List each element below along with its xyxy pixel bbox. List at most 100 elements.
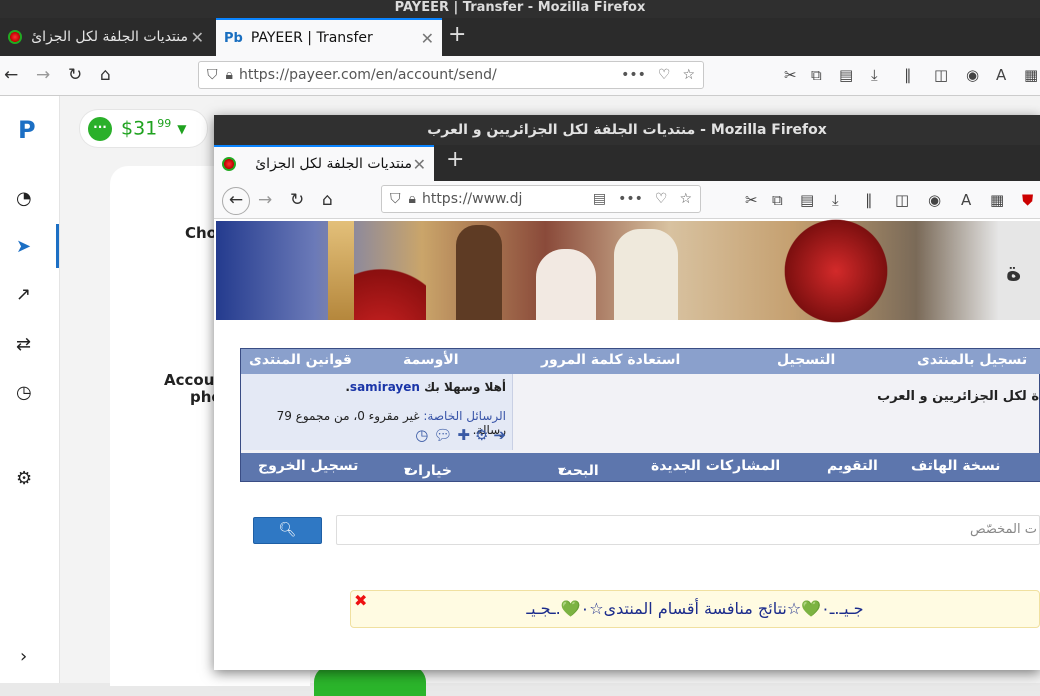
banner-minaret xyxy=(328,221,354,320)
forum-top-menu: قوانين المنتدى الأوسمة استعادة كلمة المر… xyxy=(241,349,1040,374)
translate-icon[interactable]: A xyxy=(996,66,1006,84)
forum-site-title: ة لكل الجزائريين و العرب xyxy=(877,389,1039,404)
page-actions-icon[interactable]: ••• xyxy=(621,67,646,83)
outer-url-bar[interactable]: ⛉ 🔒︎ https://payeer.com/en/account/send/… xyxy=(198,61,704,89)
logout-icon[interactable]: ➔ xyxy=(493,426,506,444)
forum-favicon-icon xyxy=(8,30,22,44)
settings-gear-icon[interactable]: ⚙ xyxy=(16,468,32,489)
scissors-icon[interactable]: ✂ xyxy=(784,66,797,84)
announcement-text: جـيـ.ـ۰💚☆نتائج منافسة أقسام المنتدى☆۰💚.ـ… xyxy=(526,599,864,618)
extension-icon[interactable]: ▦ xyxy=(1024,66,1038,84)
inner-forward-icon[interactable]: → xyxy=(258,190,272,210)
bookmark-star-icon[interactable]: ☆ xyxy=(682,67,695,83)
forward-icon[interactable]: → xyxy=(36,65,50,85)
menu-logout[interactable]: تسجيل الخروج xyxy=(258,458,358,474)
inner-sidebar-icon[interactable]: ◫ xyxy=(895,191,909,209)
close-announcement-icon[interactable]: ✖ xyxy=(354,583,367,619)
reload-icon[interactable]: ↻ xyxy=(68,65,82,85)
inner-copy-icon[interactable]: ⧉ xyxy=(772,191,783,209)
inner-scissors-icon[interactable]: ✂ xyxy=(745,191,758,209)
menu-new-posts[interactable]: المشاركات الجديدة xyxy=(651,458,780,474)
tab-payeer-close-icon[interactable]: ✕ xyxy=(421,29,434,48)
menu-search-label: البحث xyxy=(558,463,599,479)
add-friend-icon[interactable]: ✚ xyxy=(457,426,470,444)
reader-view-icon[interactable]: ▤ xyxy=(593,191,606,207)
ublock-icon[interactable]: ⛊ xyxy=(1022,191,1033,209)
inner-extension-icon[interactable]: ▦ xyxy=(990,191,1004,209)
expand-chevron-icon[interactable]: › xyxy=(20,646,27,667)
clipboard-icon[interactable]: ▤ xyxy=(839,66,853,84)
banner-figure-child xyxy=(456,225,502,320)
active-indicator xyxy=(56,224,59,268)
pocket-icon[interactable]: ♡ xyxy=(658,67,671,83)
custom-search-input[interactable]: ت المخصّص xyxy=(336,515,1040,545)
payeer-submit-button[interactable] xyxy=(314,666,426,696)
send-icon[interactable]: ➤ xyxy=(16,236,31,257)
menu-login[interactable]: تسجيل بالمنتدى xyxy=(917,352,1027,368)
inner-reload-icon[interactable]: ↻ xyxy=(290,190,304,210)
inner-page-actions-icon[interactable]: ••• xyxy=(618,191,643,207)
payeer-logo: P xyxy=(18,116,36,144)
inner-url-bar[interactable]: ⛉ 🔒︎ https://www.dj ▤ ••• ♡ ☆ xyxy=(381,185,701,213)
inner-tab-close-icon[interactable]: ✕ xyxy=(413,155,426,174)
account-icon[interactable]: ◉ xyxy=(966,66,979,84)
inner-lock-icon: 🔒︎ xyxy=(408,191,416,207)
search-button[interactable]: 🔍︎ xyxy=(253,517,322,544)
history-clock-icon[interactable]: ◷ xyxy=(16,382,32,403)
inner-tab-strip: منتديات الجلفة لكل الجزائ ✕ + xyxy=(214,145,1040,181)
home-icon[interactable]: ⌂ xyxy=(100,65,111,85)
inner-forum-favicon-icon xyxy=(222,157,236,171)
menu-register[interactable]: التسجيل xyxy=(777,352,835,368)
inner-firefox-window: منتديات الجلفة لكل الجزائريين و العرب - … xyxy=(214,115,1040,670)
menu-quick-options-label: خيارات سريعة xyxy=(404,463,452,495)
download-icon[interactable]: ⤓ xyxy=(871,66,878,84)
inner-url-text: https://www.dj xyxy=(421,191,523,207)
inner-bookmark-star-icon[interactable]: ☆ xyxy=(679,191,692,207)
tab-forum[interactable]: منتديات الجلفة لكل الجزائ ✕ xyxy=(0,18,212,56)
username-link[interactable]: samirayen xyxy=(350,380,420,394)
inner-shield-icon: ⛉ xyxy=(390,191,401,207)
inner-clipboard-icon[interactable]: ▤ xyxy=(800,191,814,209)
menu-badges[interactable]: الأوسمة xyxy=(403,352,459,368)
inner-pocket-icon[interactable]: ♡ xyxy=(655,191,668,207)
account-label: Accou xyxy=(164,371,215,389)
new-tab-icon[interactable]: + xyxy=(448,22,466,47)
tab-payeer[interactable]: Pb PAYEER | Transfer ✕ xyxy=(216,18,442,56)
tab-payeer-label: PAYEER | Transfer xyxy=(250,30,373,46)
chart-icon[interactable]: ↗ xyxy=(16,284,31,305)
menu-recover-password[interactable]: استعادة كلمة المرور xyxy=(541,352,680,368)
exchange-icon[interactable]: ⇄ xyxy=(16,334,31,355)
library-icon[interactable]: ∥ xyxy=(904,66,912,84)
choose-label: Cho xyxy=(185,224,217,242)
outer-url-text: https://payeer.com/en/account/send/ xyxy=(238,67,497,83)
lock-icon: 🔒︎ xyxy=(225,67,233,83)
payeer-favicon-icon: Pb xyxy=(224,30,243,46)
dashboard-icon[interactable]: ◔ xyxy=(16,188,32,209)
profile-settings-icon[interactable]: ⚙ xyxy=(475,426,488,444)
inner-home-icon[interactable]: ⌂ xyxy=(322,190,333,210)
copy-icon[interactable]: ⧉ xyxy=(811,66,822,84)
inner-download-icon[interactable]: ⤓ xyxy=(832,191,839,209)
announcement-bar[interactable]: ✖ جـيـ.ـ۰💚☆نتائج منافسة أقسام المنتدى☆۰💚… xyxy=(350,590,1040,628)
forum-header-box: قوانين المنتدى الأوسمة استعادة كلمة المر… xyxy=(240,348,1040,495)
inner-library-icon[interactable]: ∥ xyxy=(865,191,873,209)
inner-back-icon[interactable]: ← xyxy=(222,187,250,215)
inner-new-tab-icon[interactable]: + xyxy=(446,147,464,172)
back-icon[interactable]: ← xyxy=(4,65,18,85)
recent-clock-icon[interactable]: ◷ xyxy=(415,426,428,444)
shield-icon: ⛉ xyxy=(207,67,218,83)
inner-account-icon[interactable]: ◉ xyxy=(928,191,941,209)
sidebar-icon[interactable]: ◫ xyxy=(934,66,948,84)
inner-translate-icon[interactable]: A xyxy=(961,191,971,209)
messages-icon[interactable]: 💬︎ xyxy=(433,426,452,444)
menu-calendar[interactable]: التقويم xyxy=(827,458,878,474)
menu-rules[interactable]: قوانين المنتدى xyxy=(249,352,352,368)
tab-forum-close-icon[interactable]: ✕ xyxy=(191,28,204,47)
forum-bottom-menu: تسجيل الخروج ▾ خيارات سريعة ▾ البحث المش… xyxy=(241,453,1040,495)
balance-pill[interactable]: ··· $3199 ▼ xyxy=(80,110,207,147)
forum-banner: ة xyxy=(216,211,1040,331)
menu-mobile-version[interactable]: نسخة الهاتف xyxy=(911,458,1000,474)
messages-link[interactable]: الرسائل الخاصة: xyxy=(423,409,506,423)
banner-figure-man xyxy=(614,229,678,320)
inner-tab-forum[interactable]: منتديات الجلفة لكل الجزائ ✕ xyxy=(214,145,434,181)
